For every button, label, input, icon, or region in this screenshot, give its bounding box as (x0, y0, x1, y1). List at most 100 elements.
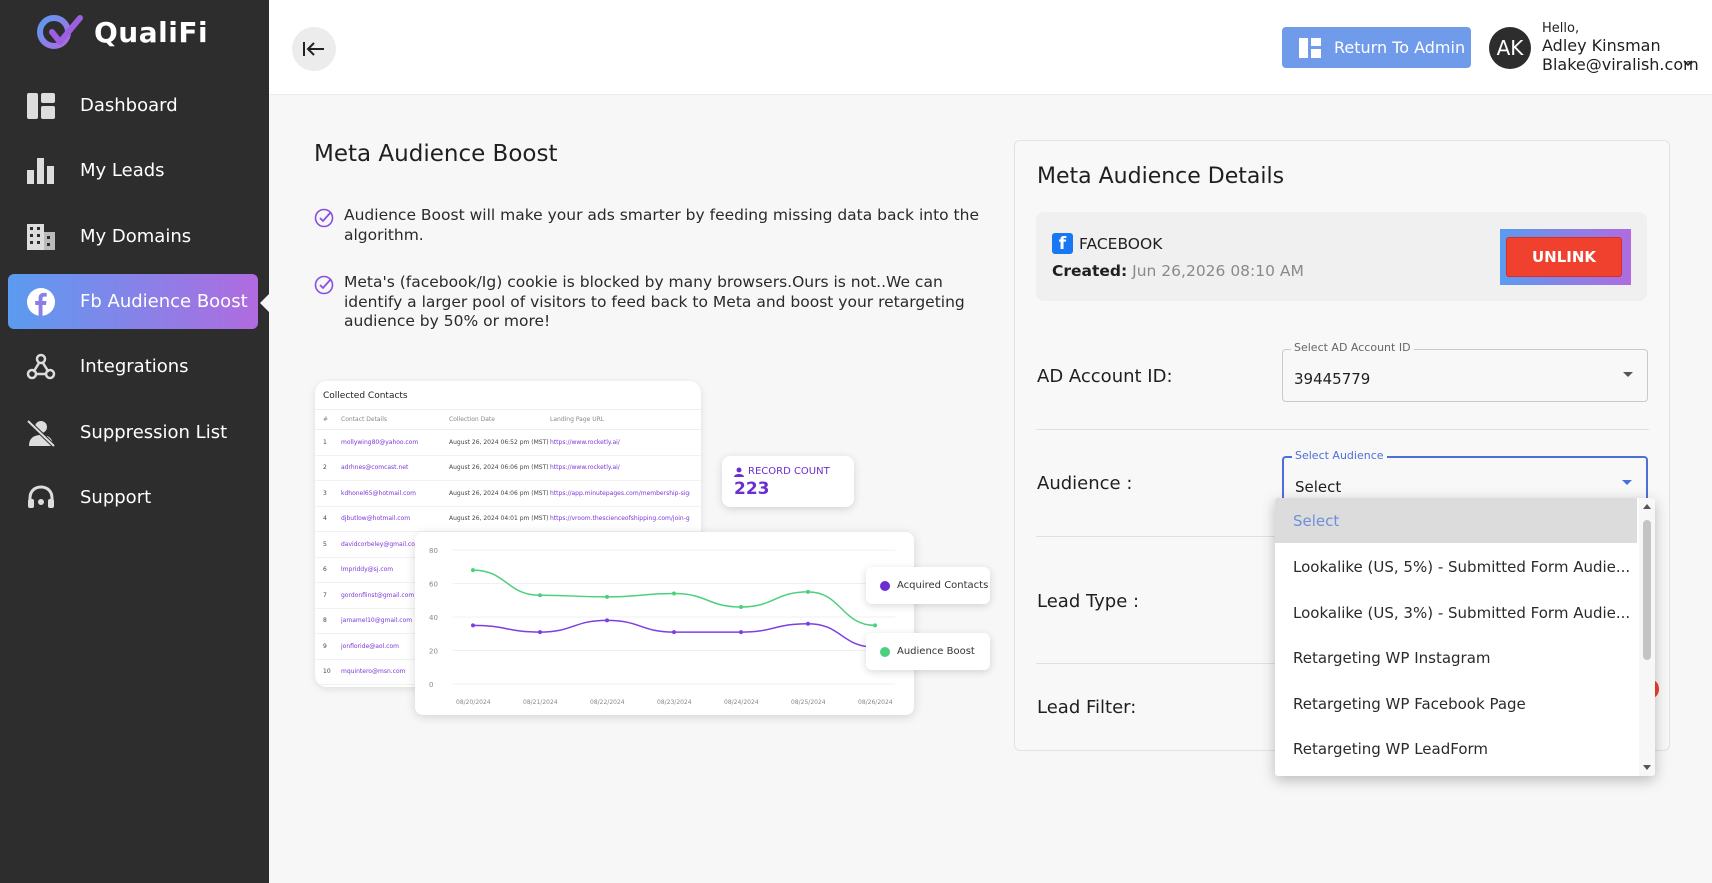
feature-bullet: Audience Boost will make your ads smarte… (314, 206, 984, 245)
dropdown-option[interactable]: Retargeting WP LeadForm (1275, 726, 1637, 771)
qualifi-logo-icon (37, 15, 83, 49)
table-cell: 10 (323, 668, 331, 676)
sidebar-item-label: Integrations (80, 356, 189, 377)
return-to-admin-label: Return To Admin (1334, 38, 1466, 57)
table-header-cell: Landing Page URL (550, 416, 605, 423)
sidebar-item-label: Support (80, 487, 152, 508)
sidebar-item-my-leads[interactable]: My Leads (8, 143, 258, 198)
ad-account-field-label: Select AD Account ID (1291, 341, 1414, 354)
legend-audience-boost: Audience Boost (866, 633, 990, 670)
dropdown-option[interactable]: Lookalike (US, 3%) - Submitted Form Audi… (1275, 590, 1637, 635)
sidebar-item-label: Fb Audience Boost (80, 291, 248, 312)
scroll-down-icon[interactable] (1643, 765, 1651, 770)
table-row: 3 kdhonel65@hotmail.com August 26, 2024 04… (315, 481, 701, 507)
collapse-sidebar-button[interactable] (292, 27, 336, 71)
y-tick-label: 60 (429, 581, 438, 589)
audience-dropdown-menu[interactable]: Select Lookalike (US, 5%) - Submitted Fo… (1275, 498, 1655, 776)
table-cell: August 26, 2024 06:06 pm (MST) (449, 464, 549, 472)
created-info: Created: Jun 26,2026 08:10 AM (1052, 262, 1304, 280)
grid-icon (1299, 37, 1321, 58)
created-label: Created: (1052, 262, 1128, 280)
data-point (806, 621, 810, 626)
qualifi-logo[interactable]: QualiFi (34, 12, 208, 52)
sidebar-item-dashboard[interactable]: Dashboard (8, 78, 258, 133)
sidebar-item-support[interactable]: Support (8, 470, 258, 525)
chevron-down-icon (1623, 372, 1633, 377)
dropdown-option[interactable]: Lookalike (US, 5%) - Submitted Form Audi… (1275, 544, 1637, 589)
table-title: Collected Contacts (315, 381, 701, 410)
unlink-button[interactable]: UNLINK (1506, 237, 1622, 277)
user-off-icon (26, 418, 56, 448)
table-row: 2 adrhnes@comcast.net August 26, 2024 06:0… (315, 456, 701, 481)
data-point (739, 604, 743, 609)
page-title: Meta Audience Boost (314, 141, 558, 167)
lead-type-label: Lead Type : (1037, 591, 1140, 612)
x-tick-label: 08/23/2024 (657, 699, 692, 706)
facebook-icon: f (1052, 233, 1073, 254)
user-icon (734, 467, 744, 477)
user-name: Adley Kinsman (1542, 36, 1661, 55)
y-tick-label: 0 (429, 681, 433, 689)
y-tick-label: 40 (429, 614, 438, 622)
table-cell: https://www.rocketly.ai/ (550, 438, 620, 446)
dropdown-option[interactable]: Select (1275, 498, 1637, 543)
legend-label: Audience Boost (897, 646, 975, 657)
facebook-icon (26, 287, 56, 317)
data-point (672, 591, 676, 596)
table-cell: 8 (323, 617, 327, 625)
brand-name: QualiFi (94, 15, 209, 49)
dashboard-icon (26, 91, 56, 121)
dropdown-option[interactable]: Retargeting WP Facebook Page (1275, 681, 1637, 726)
audience-value: Select (1295, 478, 1342, 496)
table-cell: djbutlow@hotmail.com (341, 515, 411, 523)
table-header: # Contact Details Collection Date Landin… (315, 410, 701, 430)
ad-account-label: AD Account ID: (1037, 366, 1173, 387)
table-cell: kdhonel65@hotmail.com (341, 489, 416, 497)
avatar[interactable]: AK (1489, 27, 1531, 69)
table-row: 4 djbutlow@hotmail.com August 26, 2024 04:… (315, 507, 701, 532)
data-point (739, 630, 743, 635)
scrollbar-thumb[interactable] (1643, 520, 1651, 660)
feature-bullet-text: Audience Boost will make your ads smarte… (344, 206, 979, 244)
sidebar-item-my-domains[interactable]: My Domains (8, 209, 258, 264)
building-icon (26, 222, 56, 252)
details-title: Meta Audience Details (1037, 164, 1285, 189)
table-cell: mollywing80@yahoo.com (341, 438, 419, 446)
check-circle-icon (314, 275, 334, 295)
bar-chart-icon (26, 156, 56, 186)
ad-account-select[interactable]: Select AD Account ID 39445779 (1282, 341, 1648, 402)
feature-bullet: Meta's (facebook/Ig) cookie is blocked b… (314, 273, 984, 332)
table-cell: https://www.rocketly.ai/ (550, 464, 620, 472)
sidebar-item-label: Dashboard (80, 95, 178, 116)
data-point (605, 594, 609, 599)
table-cell: adrhnes@comcast.net (341, 464, 409, 472)
user-menu[interactable]: Hello, Adley Kinsman Blake@viralish.com (1542, 21, 1699, 74)
table-cell: https://vroom.thescienceofshipping.com/j… (550, 515, 690, 523)
table-cell: 2 (323, 464, 327, 472)
return-to-admin-button[interactable]: Return To Admin (1282, 27, 1471, 68)
x-tick-label: 08/24/2024 (724, 699, 759, 706)
dropdown-option[interactable]: Retargeting WP Instagram (1275, 635, 1637, 680)
legend-label: Acquired Contacts (897, 580, 989, 591)
record-count-card: RECORD COUNT 223 (722, 456, 854, 507)
table-row: 1 mollywing80@yahoo.com August 26, 2024 06… (315, 430, 701, 456)
x-tick-label: 08/20/2024 (456, 699, 491, 706)
platform-name: f FACEBOOK (1052, 233, 1162, 254)
chevron-down-icon[interactable] (1683, 59, 1693, 67)
y-tick-label: 20 (429, 648, 438, 656)
data-point (672, 630, 676, 635)
scroll-up-icon[interactable] (1643, 504, 1651, 509)
lead-filter-label: Lead Filter: (1037, 697, 1137, 718)
data-point (873, 623, 877, 628)
sidebar-item-integrations[interactable]: Integrations (8, 339, 258, 394)
table-header-cell: # (323, 416, 329, 423)
greeting: Hello, (1542, 21, 1580, 36)
sidebar-item-suppression-list[interactable]: Suppression List (8, 405, 258, 460)
audience-label: Audience : (1037, 473, 1133, 494)
user-email: Blake@viralish.com (1542, 55, 1699, 74)
dropdown-scrollbar[interactable] (1639, 498, 1655, 776)
collapse-arrow-icon (303, 42, 324, 56)
sidebar-item-fb-audience-boost[interactable]: Fb Audience Boost (8, 274, 258, 329)
data-point (471, 568, 475, 573)
table-cell: 4 (323, 515, 327, 523)
